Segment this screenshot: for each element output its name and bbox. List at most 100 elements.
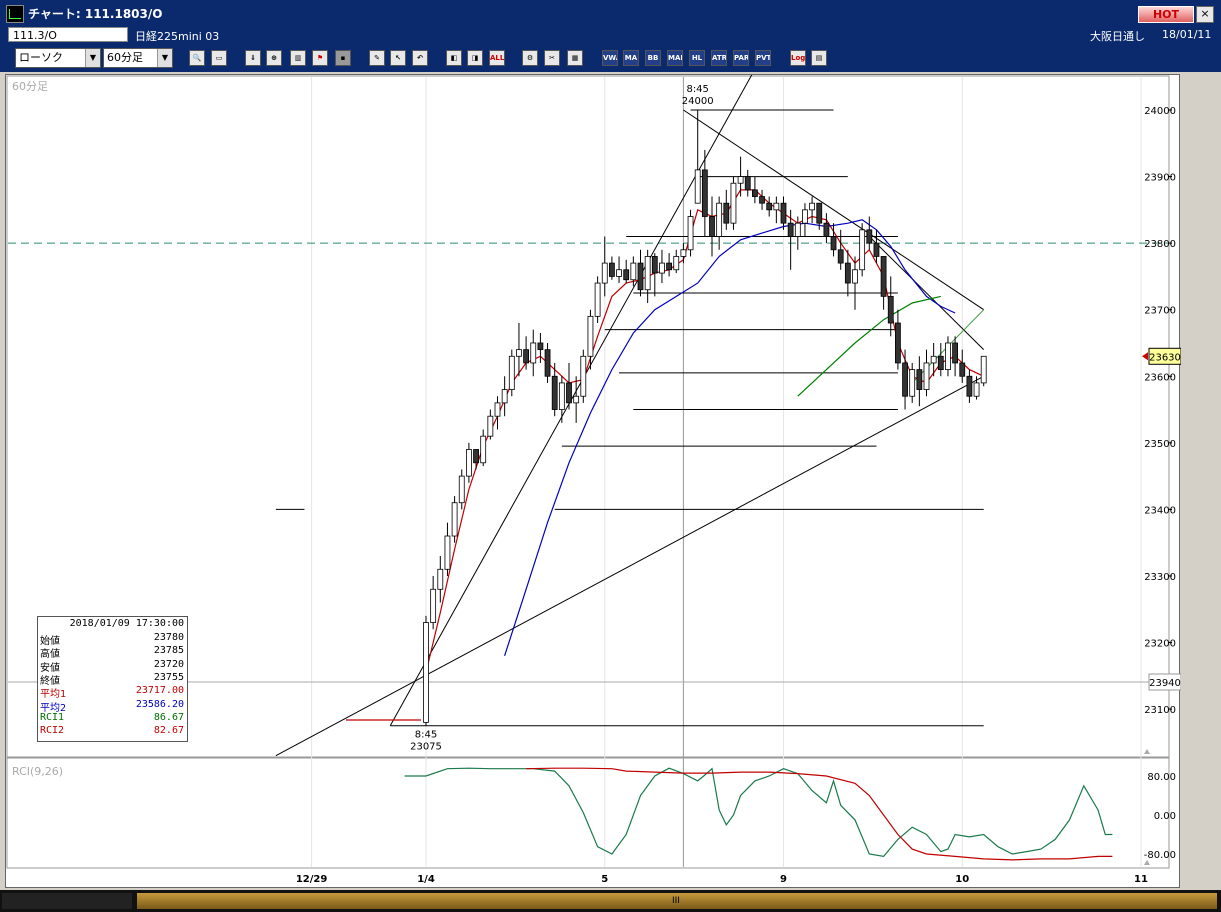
- candle-body: [766, 202, 773, 211]
- candle-body: [716, 202, 723, 237]
- candle-body: [909, 369, 916, 397]
- legend-label: RCI2: [40, 725, 65, 737]
- chart-type-select[interactable]: ローソク ▼: [15, 48, 101, 68]
- candle-body: [687, 216, 694, 251]
- vwap-button[interactable]: VWAP: [602, 50, 618, 66]
- mae-button[interactable]: MAE: [667, 50, 683, 66]
- candle-body: [516, 349, 522, 357]
- rci-tick-label: 80.00: [1147, 772, 1176, 783]
- cursor-button[interactable]: ↖: [390, 50, 406, 66]
- low-price-label: 23075: [410, 742, 442, 753]
- price-tick-label: 23800: [1144, 239, 1176, 250]
- candle-body: [694, 169, 701, 204]
- interval-value: 60分足: [107, 51, 143, 64]
- candle-body: [501, 389, 508, 404]
- bar-chart-button[interactable]: ▥: [290, 50, 306, 66]
- export-button[interactable]: ▤: [811, 50, 827, 66]
- interval-select[interactable]: 60分足 ▼: [103, 48, 173, 68]
- legend-row: 平均1 23717.00: [40, 685, 184, 700]
- atr-button[interactable]: ATR: [711, 50, 727, 66]
- flag-button[interactable]: ⚑: [312, 50, 328, 66]
- chevron-down-icon: ▼: [85, 49, 100, 67]
- candle-body: [959, 362, 966, 377]
- candle-body: [730, 182, 737, 224]
- candle-body: [666, 262, 672, 271]
- grip-icon: III: [672, 896, 680, 906]
- palette-button[interactable]: ▦: [567, 50, 583, 66]
- date-tick-label: 12/29: [296, 874, 328, 885]
- candle-body: [430, 588, 437, 623]
- low-time-label: 8:45: [415, 730, 437, 741]
- price-tick-label: 23400: [1144, 505, 1176, 516]
- candle-body: [780, 202, 787, 224]
- candle-body: [659, 262, 665, 274]
- download-button[interactable]: ⇓: [245, 50, 261, 66]
- window-button[interactable]: ▭: [211, 50, 227, 66]
- candle-body: [752, 189, 758, 197]
- candle-body: [802, 209, 808, 224]
- candle-body: [773, 202, 780, 211]
- candle-body: [887, 295, 894, 324]
- legend-row: RCI1 86.67: [40, 712, 184, 725]
- candle-body: [673, 256, 680, 271]
- pencil-button[interactable]: ✎: [369, 50, 385, 66]
- chart-canvas[interactable]: 24000 23900 23800 23700 23600 23500 23400 23300…: [6, 43, 1182, 889]
- bb-button[interactable]: BB: [645, 50, 661, 66]
- price-tick-label: 23300: [1144, 572, 1176, 583]
- candle-body: [830, 236, 837, 251]
- candle-body: [573, 395, 580, 404]
- candle-body: [852, 269, 858, 284]
- candle-body: [952, 342, 958, 364]
- date-tick-label: 10: [955, 874, 969, 885]
- zoom-button[interactable]: ⊕: [266, 50, 282, 66]
- candle-body: [609, 262, 615, 277]
- date-tick-label: 11: [1134, 874, 1148, 885]
- candle-body: [930, 355, 937, 364]
- para-button[interactable]: PARA: [733, 50, 749, 66]
- pvt-button[interactable]: PVT: [755, 50, 771, 66]
- disabled-button[interactable]: ▪: [335, 50, 351, 66]
- candle-body: [458, 475, 465, 504]
- settings-button[interactable]: ⚙: [522, 50, 538, 66]
- compare-left-button[interactable]: ◧: [446, 50, 462, 66]
- close-button[interactable]: ×: [1196, 6, 1214, 23]
- rci-tick-label: 0.00: [1154, 811, 1176, 822]
- hot-button[interactable]: HOT: [1138, 6, 1194, 23]
- chart-date: 18/01/11: [1162, 28, 1212, 41]
- symbol-name: 日経225mini 03: [135, 30, 220, 43]
- legend-value: 23755: [153, 671, 184, 683]
- hl-button[interactable]: HL: [689, 50, 705, 66]
- scroll-track[interactable]: [2, 893, 132, 909]
- candle-body: [902, 362, 908, 397]
- search-button[interactable]: 🔍: [189, 50, 205, 66]
- symbol-code-input[interactable]: 111.3/O: [8, 27, 128, 42]
- horizontal-scrollbar[interactable]: III: [0, 890, 1221, 912]
- legend-value: 82.67: [153, 725, 184, 737]
- candle-body: [544, 349, 551, 377]
- candle-body: [823, 222, 830, 237]
- high-time-label: 8:45: [686, 84, 708, 95]
- candle-body: [487, 415, 494, 437]
- rci-tick-label: -80.00: [1144, 850, 1176, 861]
- log-button[interactable]: Log: [790, 50, 806, 66]
- chevron-down-icon: ▼: [157, 49, 172, 67]
- chart-frame[interactable]: 24000 23900 23800 23700 23600 23500 23400 23300…: [5, 43, 1182, 889]
- undo-button[interactable]: ↶: [412, 50, 428, 66]
- legend-row: RCI2 82.67: [40, 725, 184, 738]
- candle-body: [866, 229, 873, 244]
- candle-body: [566, 382, 572, 404]
- price-tick-label: 23900: [1144, 173, 1176, 184]
- candle-body: [701, 169, 708, 217]
- legend-value: 23717.00: [135, 685, 184, 697]
- compare-right-button[interactable]: ◨: [467, 50, 483, 66]
- tools-button[interactable]: ✂: [544, 50, 560, 66]
- candle-body: [451, 502, 458, 537]
- legend-value: 23720: [153, 658, 184, 670]
- ma-button[interactable]: MA: [623, 50, 639, 66]
- candle-body: [744, 176, 751, 191]
- candle-body: [637, 262, 644, 291]
- candle-body: [916, 369, 923, 390]
- candle-body: [651, 256, 658, 274]
- date-tick-label: 1/4: [417, 874, 435, 885]
- all-button[interactable]: ALL: [489, 50, 505, 66]
